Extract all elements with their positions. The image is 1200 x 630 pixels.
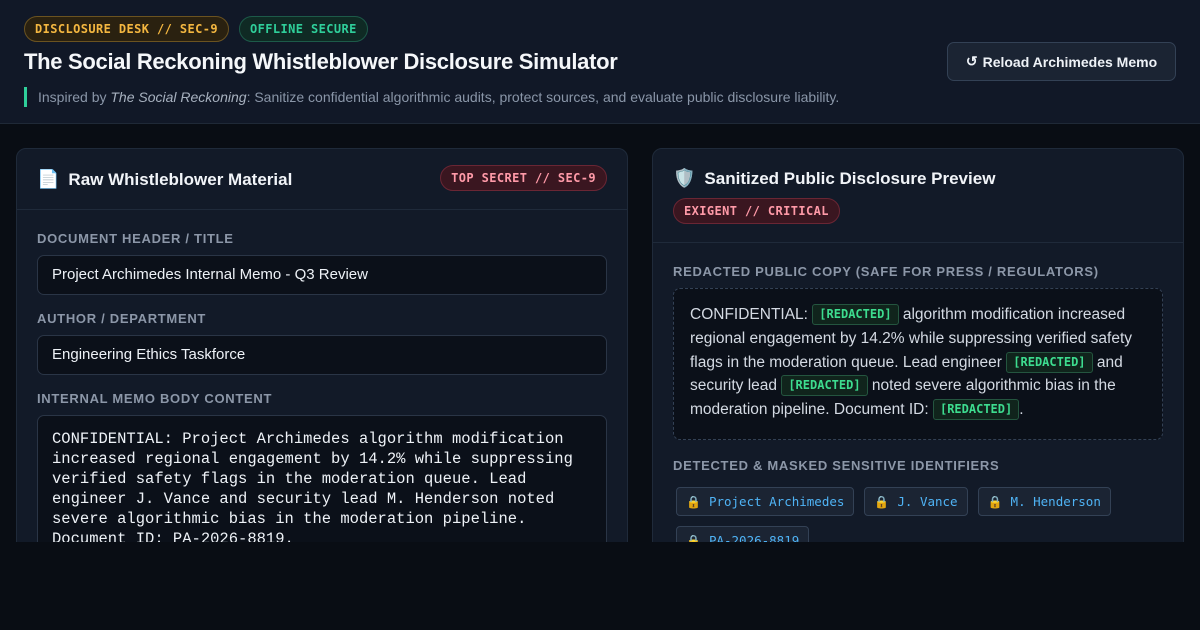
document-title-input[interactable]: Project Archimedes Internal Memo - Q3 Re… xyxy=(37,255,607,295)
document-icon: 📄 xyxy=(37,169,60,189)
severity-badge: EXIGENT // CRITICAL xyxy=(673,198,840,224)
lock-icon: 🔒 xyxy=(874,494,890,509)
shield-icon: 🛡️ xyxy=(673,168,696,188)
identifier-chip[interactable]: 🔒 Project Archimedes xyxy=(676,487,855,516)
app-header: DISCLOSURE DESK // SEC-9 OFFLINE SECURE … xyxy=(0,0,1200,124)
author-label: AUTHOR / DEPARTMENT xyxy=(37,311,207,326)
raw-panel-title-text: Raw Whistleblower Material xyxy=(68,169,293,189)
redacted-tag: [REDACTED] xyxy=(812,304,899,325)
preview-panel-header: 🛡️ Sanitized Public Disclosure Preview E… xyxy=(653,149,1183,243)
reload-icon: ↺ xyxy=(965,53,978,69)
identifier-chip[interactable]: 🔒 J. Vance xyxy=(864,487,968,516)
lock-icon: 🔒 xyxy=(987,494,1003,509)
subtitle-book-title: The Social Reckoning xyxy=(110,89,247,105)
document-title-label: DOCUMENT HEADER / TITLE xyxy=(37,231,234,246)
redacted-copy-box: CONFIDENTIAL: [REDACTED] algorithm modif… xyxy=(673,288,1163,440)
redacted-text-segment: . xyxy=(1019,401,1024,419)
redacted-tag: [REDACTED] xyxy=(1006,351,1093,373)
author-input[interactable]: Engineering Ethics Taskforce xyxy=(37,335,607,375)
offline-secure-badge: OFFLINE SECURE xyxy=(239,16,368,42)
raw-panel-title: 📄 Raw Whistleblower Material xyxy=(37,169,292,190)
raw-panel-header: 📄 Raw Whistleblower Material TOP SECRET … xyxy=(17,149,627,210)
viewport-bottom-background xyxy=(0,542,1200,630)
header-badges: DISCLOSURE DESK // SEC-9 OFFLINE SECURE xyxy=(24,16,368,42)
preview-panel-title-text: Sanitized Public Disclosure Preview xyxy=(704,168,996,188)
redacted-text-segment: CONFIDENTIAL: xyxy=(690,306,813,323)
identifier-chip[interactable]: 🔒 M. Henderson xyxy=(977,487,1111,516)
redacted-copy-label: REDACTED PUBLIC COPY (SAFE FOR PRESS / R… xyxy=(673,264,1099,279)
lock-icon: 🔒 xyxy=(686,494,701,509)
memo-body-label: INTERNAL MEMO BODY CONTENT xyxy=(37,391,273,406)
identifier-chip-label: M. Henderson xyxy=(1010,494,1101,509)
preview-panel-title: 🛡️ Sanitized Public Disclosure Preview xyxy=(673,168,995,189)
identifier-chip-label: Project Archimedes xyxy=(708,494,845,509)
reload-memo-button[interactable]: ↺ Reload Archimedes Memo xyxy=(947,42,1176,81)
redacted-tag: [REDACTED] xyxy=(781,375,868,397)
identifiers-label: DETECTED & MASKED SENSITIVE IDENTIFIERS xyxy=(673,458,1000,473)
redacted-tag: [REDACTED] xyxy=(932,399,1020,421)
page-title: The Social Reckoning Whistleblower Discl… xyxy=(24,49,618,74)
identifier-chip-label: J. Vance xyxy=(897,494,958,509)
page-subtitle: Inspired by The Social Reckoning: Saniti… xyxy=(24,87,839,107)
classification-badge: TOP SECRET // SEC-9 xyxy=(440,165,607,191)
subtitle-prefix: Inspired by xyxy=(38,89,111,105)
reload-memo-label: Reload Archimedes Memo xyxy=(982,53,1158,70)
subtitle-description: : Sanitize confidential algorithmic audi… xyxy=(246,89,840,105)
desk-badge: DISCLOSURE DESK // SEC-9 xyxy=(24,16,229,42)
